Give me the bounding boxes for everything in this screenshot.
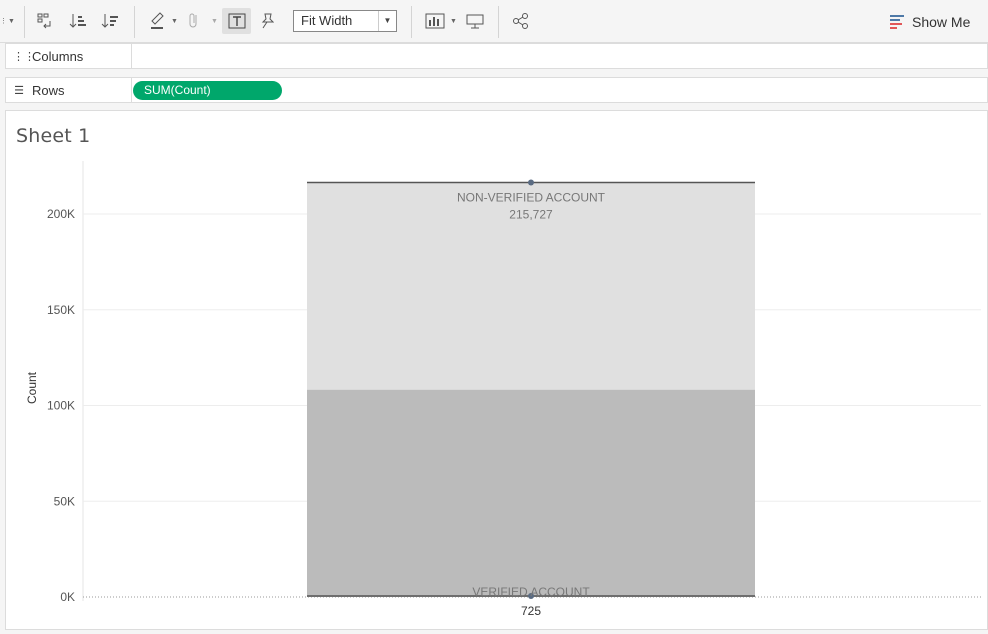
rows-icon: ☰ xyxy=(14,84,24,97)
data-label-value-verified: 725 xyxy=(521,604,541,618)
y-tick-label: 100K xyxy=(47,399,75,413)
toolbar-divider xyxy=(498,6,499,38)
chevron-down-icon: ▼ xyxy=(211,18,218,25)
sum-count-pill[interactable]: SUM(Count) xyxy=(133,81,282,100)
highlight-icon[interactable] xyxy=(148,10,166,32)
data-point-non-verified[interactable] xyxy=(528,179,534,186)
sheet-view: Sheet 1 0K 50K 100K 150K 200K Count NON-VERIFI… xyxy=(5,110,988,630)
bar-chart-icon[interactable] xyxy=(424,10,446,32)
pin-icon[interactable] xyxy=(258,10,276,32)
fit-width-select[interactable]: Fit Width ▼ xyxy=(293,10,397,32)
chart: 0K 50K 100K 150K 200K Count NON-VERIFIED ACCOU… xyxy=(25,161,981,618)
toolbar-divider xyxy=(411,6,412,38)
rows-label: Rows xyxy=(32,82,65,98)
sort-descending-icon[interactable] xyxy=(100,10,120,32)
rows-shelf-label: ☰ Rows xyxy=(6,78,132,102)
y-tick-label: 0K xyxy=(60,590,75,604)
columns-shelf[interactable]: ⋮⋮ Columns xyxy=(5,43,988,69)
toolbar: ⋮ ▼ ▼ ▼ Fit Width ▼ ▼ Show Me xyxy=(0,0,988,43)
show-me-icon xyxy=(890,15,904,29)
chevron-down-icon[interactable]: ▼ xyxy=(450,18,457,25)
toolbar-divider xyxy=(134,6,135,38)
toolbar-divider xyxy=(24,6,25,38)
chevron-down-icon[interactable]: ▼ xyxy=(171,18,178,25)
y-tick-label: 150K xyxy=(47,303,75,317)
sort-ascending-icon[interactable] xyxy=(68,10,88,32)
data-label-name-non-verified: NON-VERIFIED ACCOUNT xyxy=(457,190,606,204)
chevron-down-icon[interactable]: ▼ xyxy=(8,18,15,25)
presentation-icon[interactable] xyxy=(465,10,485,32)
y-tick-label: 50K xyxy=(54,494,75,508)
toolbar-caret-icon[interactable]: ⋮ xyxy=(0,17,7,25)
chevron-down-icon: ▼ xyxy=(378,11,396,31)
paperclip-icon[interactable] xyxy=(185,10,203,32)
fit-width-value: Fit Width xyxy=(301,13,353,28)
label-icon[interactable] xyxy=(222,8,251,34)
share-icon[interactable] xyxy=(511,10,531,32)
columns-label: Columns xyxy=(32,48,84,64)
data-label-name-verified: VERIFIED ACCOUNT xyxy=(472,585,590,599)
swap-icon[interactable] xyxy=(36,10,56,32)
data-label-value-non-verified: 215,727 xyxy=(509,207,553,221)
show-me-button[interactable]: Show Me xyxy=(890,12,970,32)
rows-shelf[interactable]: ☰ Rows SUM(Count) xyxy=(5,77,988,103)
show-me-label: Show Me xyxy=(912,14,971,30)
y-axis-title: Count xyxy=(25,371,39,404)
columns-icon: ⋮⋮ xyxy=(13,50,35,63)
columns-shelf-label: ⋮⋮ Columns xyxy=(6,44,132,68)
bar-segment-verified[interactable] xyxy=(307,389,755,597)
y-tick-label: 200K xyxy=(47,207,75,221)
